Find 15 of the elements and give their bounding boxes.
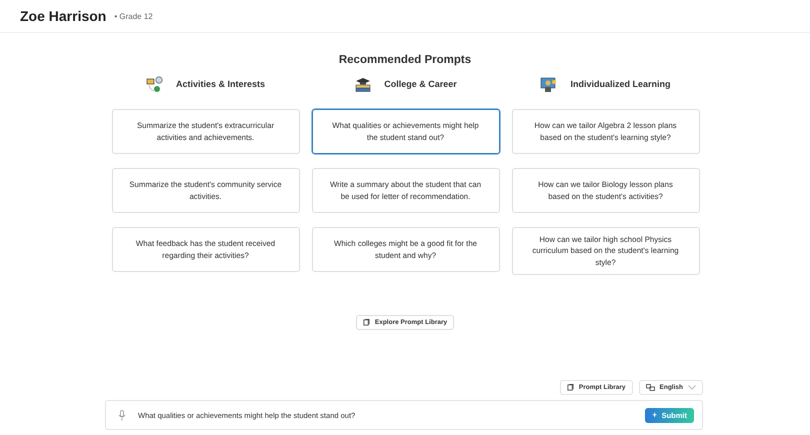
category-title: Activities & Interests: [176, 79, 266, 89]
student-grade: • Grade 12: [114, 12, 153, 20]
chevron-down-icon: [688, 385, 696, 390]
microphone-icon: [118, 410, 126, 420]
student-name: Zoe Harrison: [20, 8, 106, 24]
book-icon: [362, 318, 370, 326]
books-cap-icon: [354, 76, 372, 92]
category-title: Individualized Learning: [570, 79, 670, 89]
student-computer-icon: [540, 76, 558, 92]
section-title: Recommended Prompts: [338, 54, 472, 66]
activities-icon: [146, 76, 164, 92]
book-icon: [566, 384, 574, 391]
category-title: College & Career: [384, 79, 457, 89]
sparkle-icon: [652, 412, 659, 418]
translate-icon: [646, 384, 655, 391]
